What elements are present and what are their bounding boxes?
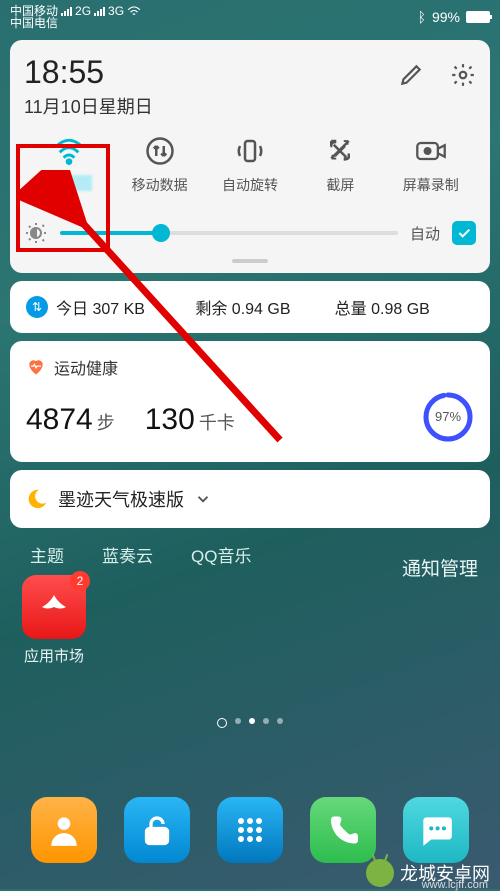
toggle-auto-rotate[interactable]: 自动旋转	[210, 135, 290, 195]
kcal-unit: 千卡	[199, 409, 235, 435]
dock-contacts[interactable]	[31, 797, 97, 863]
dock-lock[interactable]	[124, 797, 190, 863]
battery-icon	[466, 11, 490, 23]
health-card[interactable]: 运动健康 4874 步 130 千卡 97%	[10, 341, 490, 462]
icon-label: 蓝奏云	[102, 542, 153, 567]
toggle-auto-rotate-label: 自动旋转	[222, 175, 278, 195]
phone-icon	[325, 812, 361, 848]
notification-manage-link[interactable]: 通知管理	[402, 554, 478, 581]
panel-time: 18:55	[24, 54, 153, 91]
mobile-data-icon	[145, 136, 175, 166]
auto-brightness-label: 自动	[410, 223, 440, 244]
weather-card[interactable]: 墨迹天气极速版	[10, 470, 490, 528]
weather-title: 墨迹天气极速版	[58, 486, 184, 512]
icon-label: 主题	[30, 542, 64, 567]
toggle-screenshot[interactable]: 截屏	[300, 135, 380, 195]
panel-date: 11月10日星期日	[24, 93, 153, 119]
slider-thumb[interactable]	[152, 224, 170, 242]
steps-value: 4874	[26, 403, 93, 437]
toggle-mobile-data-label: 移动数据	[132, 175, 188, 195]
message-icon	[417, 811, 455, 849]
quick-toggles: 移动数据 自动旋转 截屏 屏幕录制	[24, 135, 476, 195]
huawei-icon	[34, 587, 74, 627]
battery-pct: 99%	[432, 9, 460, 25]
steps-unit: 步	[97, 409, 115, 435]
dock-messages[interactable]	[403, 797, 469, 863]
toggle-screenshot-label: 截屏	[326, 175, 354, 195]
brightness-slider[interactable]	[60, 231, 398, 235]
panel-drag-handle[interactable]	[232, 259, 268, 263]
toggle-mobile-data[interactable]: 移动数据	[120, 135, 200, 195]
progress-ring: 97%	[422, 391, 474, 443]
edit-icon[interactable]	[398, 62, 424, 88]
signal-icon	[94, 7, 105, 16]
auto-brightness-checkbox[interactable]	[452, 221, 476, 245]
status-right: ᛒ 99%	[418, 9, 490, 25]
app-appmarket[interactable]: 2 应用市场	[22, 575, 86, 666]
app-badge: 2	[70, 571, 90, 591]
ring-pct: 97%	[435, 409, 461, 424]
gear-icon[interactable]	[450, 62, 476, 88]
notification-panel: 18:55 11月10日星期日 移动数据 自动旋转	[10, 40, 490, 273]
brightness-row: 自动	[24, 221, 476, 245]
android-icon	[366, 859, 394, 887]
dock-apps[interactable]	[217, 797, 283, 863]
page-indicator	[0, 718, 500, 728]
remain-label: 剩余	[195, 301, 227, 318]
screenshot-icon	[325, 136, 355, 166]
health-title: 运动健康	[54, 355, 118, 379]
moon-icon	[26, 488, 48, 510]
remain-value: 0.94 GB	[232, 301, 291, 318]
status-bar: 中国移动 2G 3G 中国电信 ᛒ 99%	[0, 0, 500, 34]
data-usage-card[interactable]: ⇅ 今日 307 KB 剩余 0.94 GB 总量 0.98 GB	[10, 281, 490, 333]
appmarket-label: 应用市场	[22, 645, 86, 666]
auto-rotate-icon	[235, 136, 265, 166]
chevron-down-icon	[194, 490, 212, 508]
signal-icon	[61, 7, 72, 16]
carrier-2: 中国电信	[10, 17, 58, 29]
dock	[0, 797, 500, 863]
watermark-url: www.lcjff.com	[422, 879, 488, 891]
today-value: 307 KB	[92, 301, 144, 318]
brightness-icon	[24, 221, 48, 245]
toggle-wifi-label	[46, 175, 92, 191]
bluetooth-icon: ᛒ	[418, 9, 426, 25]
toggle-screen-record[interactable]: 屏幕录制	[391, 135, 471, 195]
status-left: 中国移动 2G 3G 中国电信	[10, 5, 141, 29]
dock-phone[interactable]	[310, 797, 376, 863]
total-value: 0.98 GB	[371, 301, 430, 318]
total-label: 总量	[335, 301, 367, 318]
icon-label: QQ音乐	[191, 542, 251, 567]
heart-icon	[26, 357, 46, 377]
screen-record-icon	[415, 138, 447, 164]
wifi-icon	[53, 137, 85, 165]
dot-home-icon	[217, 718, 227, 728]
today-label: 今日	[56, 301, 88, 318]
toggle-screen-record-label: 屏幕录制	[403, 175, 459, 195]
network-2: 3G	[108, 5, 124, 17]
kcal-value: 130	[145, 403, 195, 437]
network-1: 2G	[75, 5, 91, 17]
unlock-icon	[139, 812, 175, 848]
data-usage-icon: ⇅	[26, 296, 48, 318]
contact-icon	[45, 811, 83, 849]
toggle-wifi[interactable]	[29, 135, 109, 195]
apps-grid-icon	[232, 812, 268, 848]
wifi-icon	[127, 5, 141, 17]
